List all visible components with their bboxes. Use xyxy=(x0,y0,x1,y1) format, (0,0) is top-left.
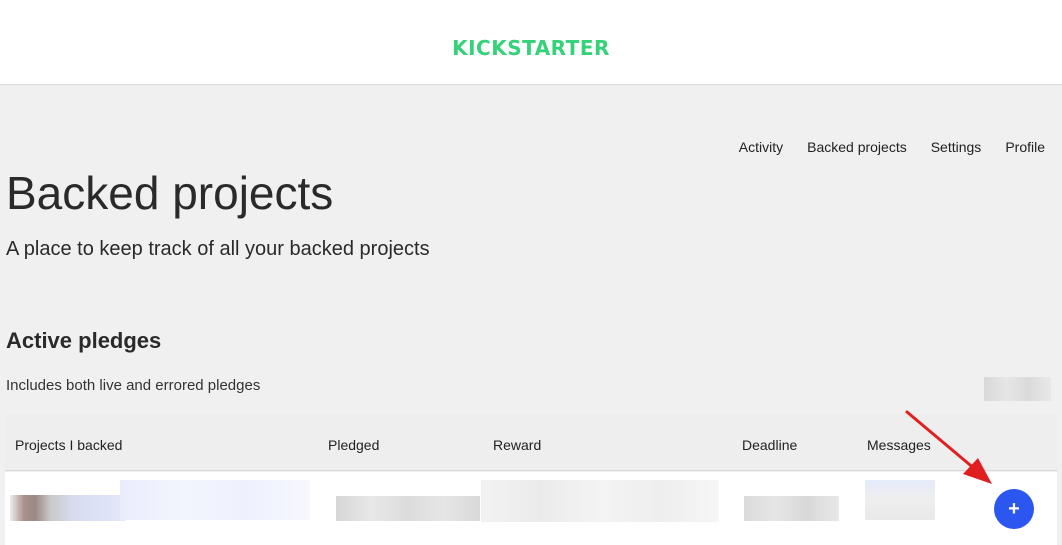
column-header-projects: Projects I backed xyxy=(15,437,123,453)
nav-profile[interactable]: Profile xyxy=(1005,139,1045,155)
page-subtitle: A place to keep track of all your backed… xyxy=(6,238,430,260)
column-header-deadline: Deadline xyxy=(742,437,798,453)
top-bar: KICKSTARTER xyxy=(0,0,1062,85)
column-header-pledged: Pledged xyxy=(328,437,380,453)
project-name-blurred xyxy=(120,480,310,520)
messages-blurred xyxy=(865,480,935,520)
nav-activity[interactable]: Activity xyxy=(739,139,783,155)
nav-settings[interactable]: Settings xyxy=(931,139,982,155)
pledged-amount-blurred xyxy=(336,496,480,521)
active-pledges-heading: Active pledges xyxy=(6,328,162,353)
kickstarter-logo[interactable]: KICKSTARTER xyxy=(0,36,1062,60)
deadline-blurred xyxy=(744,496,839,521)
column-header-messages: Messages xyxy=(867,437,931,453)
active-pledges-description: Includes both live and errored pledges xyxy=(6,377,261,394)
page-title: Backed projects xyxy=(6,167,334,219)
project-thumbnail-blurred xyxy=(10,495,125,521)
blurred-element xyxy=(984,377,1051,401)
table-row[interactable] xyxy=(5,472,1057,545)
profile-nav: Activity Backed projects Settings Profil… xyxy=(739,139,1045,155)
nav-backed-projects[interactable]: Backed projects xyxy=(807,139,907,155)
column-header-reward: Reward xyxy=(493,437,542,453)
pledges-table-header: Projects I backed Pledged Reward Deadlin… xyxy=(5,414,1057,471)
reward-blurred xyxy=(481,480,719,522)
expand-row-button[interactable]: + xyxy=(994,489,1034,529)
